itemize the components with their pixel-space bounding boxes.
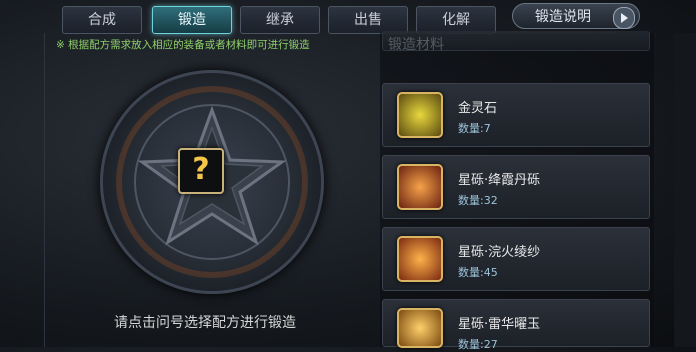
item-name: 星砾·雷华曜玉: [458, 317, 541, 332]
play-icon: [613, 7, 635, 29]
recipe-slot-button[interactable]: ?: [178, 148, 224, 194]
forge-guide-button[interactable]: 锻造说明: [512, 3, 640, 29]
forge-hint: ※ 根据配方需求放入相应的装备或者材料即可进行锻造: [56, 39, 310, 51]
fire-silk-icon: [397, 236, 443, 282]
item-qty: 数量:32: [458, 194, 498, 207]
tab-sell[interactable]: 出售: [328, 6, 408, 34]
forge-instruction: 请点击问号选择配方进行锻造: [114, 315, 296, 331]
tab-synthesis[interactable]: 合成: [62, 6, 142, 34]
list-item[interactable]: 金灵石 数量:7: [382, 83, 650, 147]
scroll-track[interactable]: [674, 33, 696, 347]
list-item[interactable]: 星砾·绛霞丹砾 数量:32: [382, 155, 650, 219]
crimson-gem-icon: [397, 164, 443, 210]
item-qty: 数量:7: [458, 122, 491, 135]
forge-guide-label: 锻造说明: [535, 9, 591, 25]
tab-inherit[interactable]: 继承: [240, 6, 320, 34]
list-item[interactable]: 星砾·浣火绫纱 数量:45: [382, 227, 650, 291]
gold-stone-icon: [397, 92, 443, 138]
list-item-partial: [382, 31, 650, 51]
item-name: 星砾·绛霞丹砾: [458, 173, 541, 188]
tab-forge[interactable]: 锻造: [152, 6, 232, 34]
item-qty: 数量:27: [458, 338, 498, 351]
item-qty: 数量:45: [458, 266, 498, 279]
list-item[interactable]: 星砾·雷华曜玉 数量:27: [382, 299, 650, 351]
tab-dissolve[interactable]: 化解: [416, 6, 496, 34]
tab-bar: 合成 锻造 继承 出售 化解 锻造说明: [0, 0, 696, 34]
item-name: 星砾·浣火绫纱: [458, 245, 541, 260]
item-name: 金灵石: [458, 101, 498, 116]
thunder-jade-icon: [397, 308, 443, 348]
